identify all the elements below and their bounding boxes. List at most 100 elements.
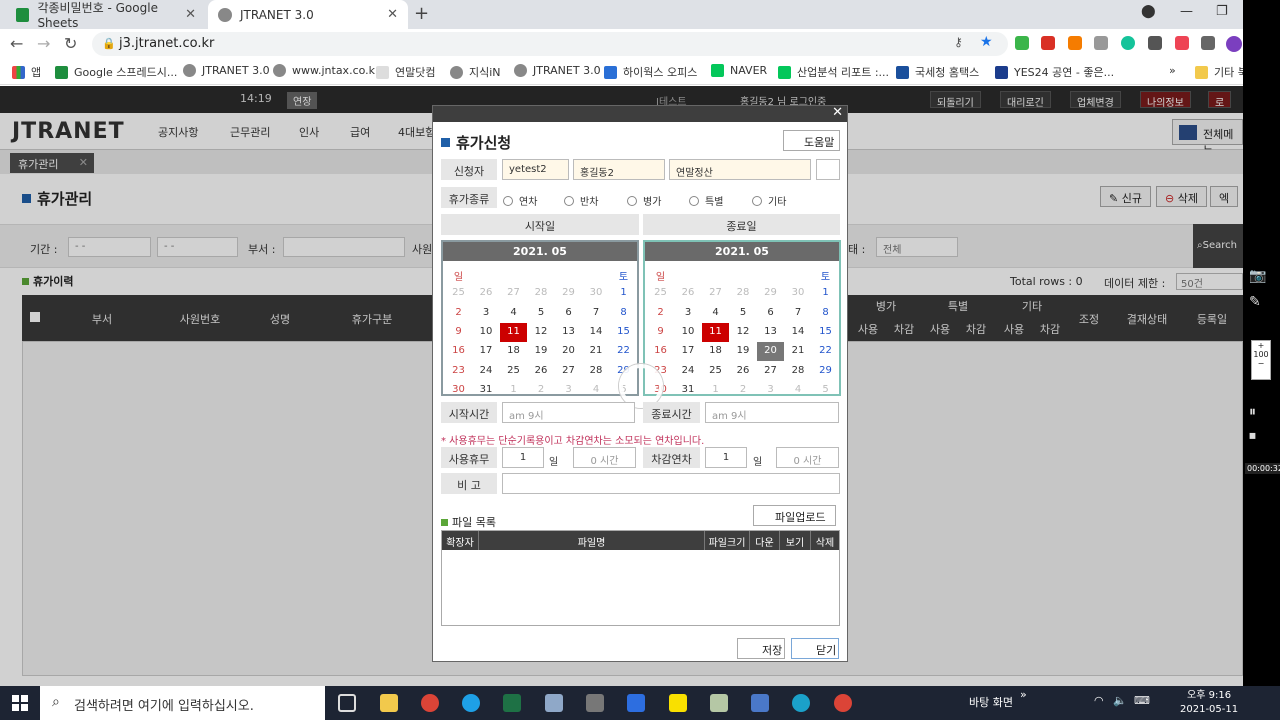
calendar-day[interactable]: 18 bbox=[702, 342, 729, 361]
extension-icon[interactable] bbox=[1015, 36, 1029, 50]
calendar-day[interactable]: 1 bbox=[610, 284, 637, 303]
calendar-day[interactable]: 11 bbox=[500, 322, 527, 342]
bookmark-item[interactable]: Google 스프레드시... bbox=[55, 64, 177, 80]
bookmark-folder[interactable]: 기타 북 bbox=[1195, 64, 1248, 80]
calendar-day[interactable]: 30 bbox=[445, 381, 472, 400]
calendar-month[interactable]: 2021. 05 bbox=[645, 242, 839, 261]
calendar-day[interactable]: 30 bbox=[785, 284, 812, 303]
back-icon[interactable]: ← bbox=[10, 34, 23, 53]
forward-icon[interactable]: → bbox=[37, 34, 50, 53]
calendar-day[interactable]: 3 bbox=[473, 304, 500, 323]
calendar-day[interactable]: 3 bbox=[555, 381, 582, 400]
calendar-day[interactable]: 20 bbox=[757, 342, 784, 362]
calendar-day[interactable]: 30 bbox=[583, 284, 610, 303]
calendar-day[interactable]: 5 bbox=[812, 381, 839, 400]
stop-icon[interactable]: ⏹ bbox=[1249, 428, 1256, 444]
extension-icon[interactable] bbox=[1175, 36, 1189, 50]
app-icon[interactable] bbox=[627, 694, 645, 712]
minimize-button[interactable]: — bbox=[1180, 4, 1193, 19]
calendar-day[interactable]: 27 bbox=[757, 362, 784, 381]
calendar-day[interactable]: 24 bbox=[473, 362, 500, 381]
app-icon[interactable] bbox=[710, 694, 728, 712]
calendar-day[interactable]: 29 bbox=[812, 362, 839, 381]
calendar-day[interactable]: 21 bbox=[583, 342, 610, 361]
grammarly-icon[interactable] bbox=[1121, 36, 1135, 50]
calendar-day[interactable]: 12 bbox=[730, 323, 757, 342]
puzzle-icon[interactable] bbox=[1201, 36, 1215, 50]
calendar-day[interactable]: 5 bbox=[730, 304, 757, 323]
star-icon[interactable]: ★ bbox=[980, 34, 993, 50]
calendar-day[interactable]: 4 bbox=[702, 304, 729, 323]
calendar-day[interactable]: 28 bbox=[785, 362, 812, 381]
calendar-day[interactable]: 4 bbox=[500, 304, 527, 323]
calendar-day[interactable]: 15 bbox=[610, 323, 637, 342]
zoom-in-icon[interactable]: + bbox=[1252, 341, 1270, 350]
calendar-month[interactable]: 2021. 05 bbox=[443, 242, 637, 261]
calendar-day[interactable]: 27 bbox=[555, 362, 582, 381]
bookmark-apps[interactable]: 앱 bbox=[12, 64, 41, 80]
bookmarks-overflow-icon[interactable]: » bbox=[1169, 64, 1176, 77]
calendar-day[interactable]: 16 bbox=[647, 342, 674, 361]
task-view-icon[interactable] bbox=[338, 694, 356, 712]
close-icon[interactable]: ✕ bbox=[387, 7, 398, 22]
calendar-day[interactable]: 6 bbox=[555, 304, 582, 323]
edge-icon[interactable] bbox=[792, 694, 810, 712]
calendar-day[interactable]: 5 bbox=[528, 304, 555, 323]
excel-icon[interactable] bbox=[503, 694, 521, 712]
calendar-day[interactable]: 20 bbox=[555, 342, 582, 361]
save-button[interactable]: 저장 bbox=[737, 638, 785, 659]
app-icon[interactable] bbox=[545, 694, 563, 712]
calendar-day[interactable]: 26 bbox=[730, 362, 757, 381]
calendar-day[interactable]: 2 bbox=[528, 381, 555, 400]
applicant-dept-field[interactable]: 연말정산 bbox=[669, 159, 811, 180]
close-button[interactable]: 닫기 bbox=[791, 638, 839, 659]
app-icon[interactable] bbox=[751, 694, 769, 712]
calendar-day[interactable]: 7 bbox=[785, 304, 812, 323]
pause-icon[interactable]: ⏸ bbox=[1249, 404, 1256, 420]
key-icon[interactable]: ⚷ bbox=[954, 35, 963, 49]
calendar-day[interactable]: 28 bbox=[583, 362, 610, 381]
avatar[interactable] bbox=[1226, 36, 1242, 52]
new-tab-button[interactable]: + bbox=[414, 3, 429, 24]
calendar-day[interactable]: 14 bbox=[583, 323, 610, 342]
applicant-id-field[interactable]: yetest2 bbox=[502, 159, 569, 180]
taskbar-search[interactable]: ⌕ 검색하려면 여기에 입력하십시오. bbox=[40, 686, 325, 720]
calendar-day[interactable]: 22 bbox=[610, 342, 637, 361]
calendar-day[interactable]: 17 bbox=[675, 342, 702, 361]
calendar-day[interactable]: 2 bbox=[647, 304, 674, 323]
calendar-day[interactable]: 25 bbox=[702, 362, 729, 381]
app-icon[interactable] bbox=[586, 694, 604, 712]
calendar-day[interactable]: 8 bbox=[812, 304, 839, 323]
bookmark-item[interactable]: NAVER bbox=[711, 64, 767, 77]
maximize-button[interactable]: ❐ bbox=[1216, 4, 1228, 19]
omnibox[interactable]: 🔒 j3.jtranet.co.kr ⚷ ★ bbox=[92, 32, 1008, 56]
start-time-select[interactable]: am 9시 bbox=[502, 402, 635, 423]
zoom-out-icon[interactable]: − bbox=[1252, 359, 1270, 368]
volume-icon[interactable]: 🔈 bbox=[1113, 694, 1127, 707]
camera-icon[interactable]: 📷 bbox=[1249, 268, 1266, 284]
calendar-day[interactable]: 28 bbox=[730, 284, 757, 303]
bookmark-item[interactable]: YES24 공연 - 좋은... bbox=[995, 64, 1114, 80]
reload-icon[interactable]: ↻ bbox=[64, 34, 77, 53]
calendar-day[interactable]: 7 bbox=[583, 304, 610, 323]
calendar-day[interactable]: 13 bbox=[757, 323, 784, 342]
calendar-day[interactable]: 29 bbox=[555, 284, 582, 303]
type-radio-annual[interactable]: 연차 bbox=[503, 193, 537, 208]
zoom-control[interactable]: +100− bbox=[1251, 340, 1271, 380]
bookmark-item[interactable]: 하이웍스 오피스 bbox=[604, 64, 697, 80]
profile-dropdown-icon[interactable]: ⬤ bbox=[1141, 4, 1156, 19]
calendar-day[interactable]: 25 bbox=[647, 284, 674, 303]
calendar-day[interactable]: 2 bbox=[730, 381, 757, 400]
calendar-day[interactable]: 21 bbox=[785, 342, 812, 361]
calendar-day[interactable]: 24 bbox=[675, 362, 702, 381]
calendar-day[interactable]: 4 bbox=[583, 381, 610, 400]
file-explorer-icon[interactable] bbox=[380, 694, 398, 712]
bookmark-item[interactable]: 연말닷컴 bbox=[376, 64, 435, 80]
calendar-day[interactable]: 13 bbox=[555, 323, 582, 342]
calendar-day[interactable]: 26 bbox=[473, 284, 500, 303]
calendar-day[interactable]: 3 bbox=[757, 381, 784, 400]
calendar-day[interactable]: 26 bbox=[528, 362, 555, 381]
bookmark-item[interactable]: JTRANET 3.0 bbox=[183, 64, 270, 77]
taskbar-clock[interactable]: 오후 9:16 2021-05-11 bbox=[1180, 689, 1238, 717]
extension-icon[interactable] bbox=[1094, 36, 1108, 50]
